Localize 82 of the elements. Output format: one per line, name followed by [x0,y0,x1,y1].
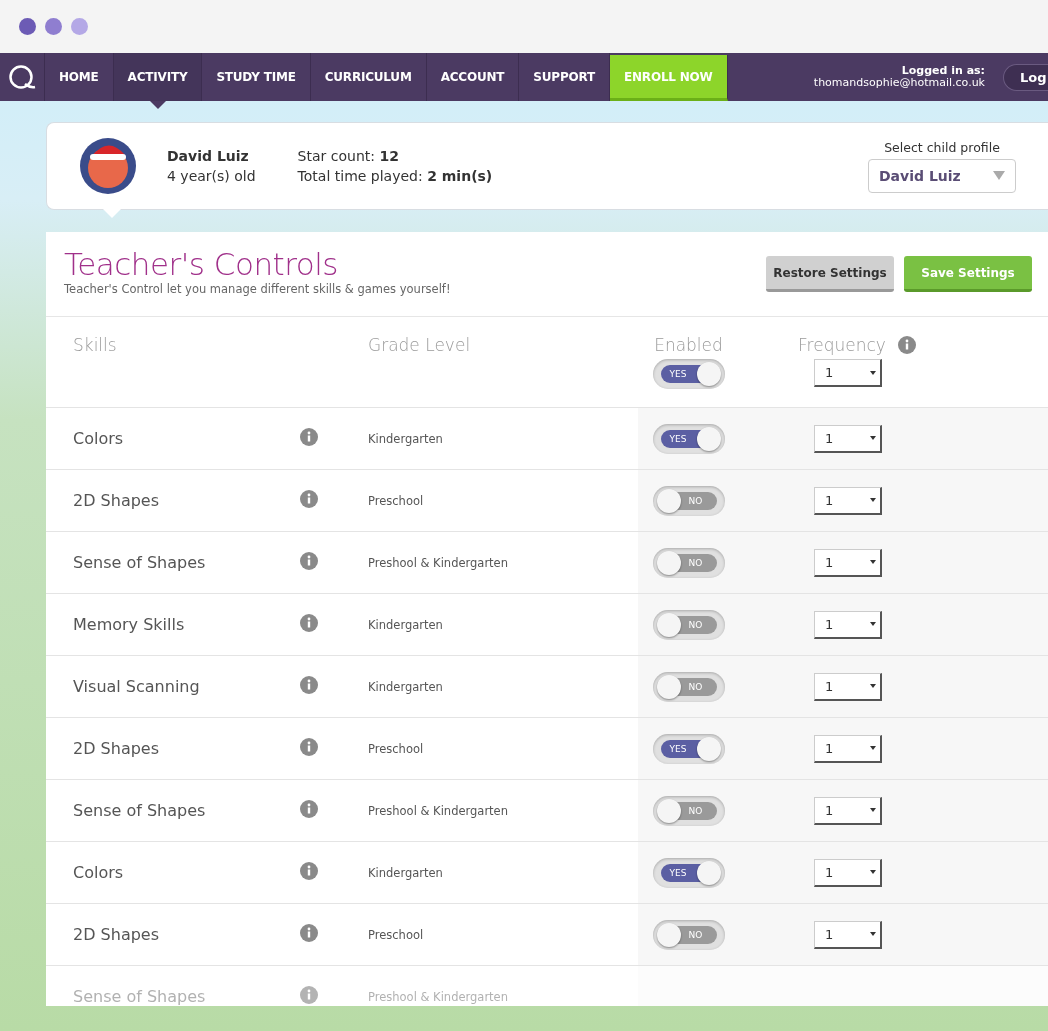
frequency-dropdown[interactable]: 1 [814,359,882,387]
caret-icon [870,746,876,750]
login-info: Logged in as: thomandsophie@hotmail.co.uk [813,65,985,89]
grade-level: Preshool & Kindergarten [368,989,509,1004]
child-profile-select[interactable]: David Luiz [868,158,1016,193]
skill-name: 2D Shapes [72,925,161,944]
grade-level: Kindergarten [368,431,444,446]
restore-button[interactable]: Restore Settings [766,256,894,292]
nav-link[interactable]: ACCOUNT [426,53,520,101]
info-icon[interactable] [300,551,318,570]
nav-link[interactable]: ACTIVITY [113,53,203,101]
grade-level: Preshool & Kindergarten [368,803,509,818]
column-header: Grade Level [368,335,472,355]
frequency-dropdown[interactable]: 1 [814,424,882,453]
info-icon[interactable] [300,737,318,756]
caret-icon [870,932,876,936]
grade-level: Kindergarten [368,865,444,880]
info-icon[interactable] [300,427,318,446]
caret-icon [870,370,876,375]
skill-name: Colors [72,863,125,882]
active-indicator [150,101,166,109]
column-header: Skills [72,335,118,355]
nav-link[interactable]: CURRICULUM [310,53,427,101]
grade-level: Preschool [368,741,425,756]
nav-link[interactable]: STUDY TIME [202,53,311,101]
skill-name: Visual Scanning [72,677,201,696]
toggle-switch[interactable]: YES [652,359,725,389]
caret-icon [870,436,876,440]
grade-level: Kindergarten [368,679,444,694]
caret-icon [870,808,876,812]
nav-link[interactable]: HOME [45,53,114,101]
window-dot[interactable] [19,18,36,35]
skill-name: 2D Shapes [72,491,161,510]
caret-icon [870,870,876,874]
info-icon[interactable] [897,336,916,354]
column-header: Enabled [654,335,723,355]
info-icon[interactable] [300,675,318,694]
frequency-dropdown[interactable]: 1 [814,672,882,701]
grade-level: Preshool & Kindergarten [368,555,509,570]
grade-level: Preschool [368,493,425,508]
grade-level: Preschool [368,927,425,942]
skill-name: Memory Skills [72,615,186,634]
logo-icon[interactable] [8,64,36,90]
skill-name: Sense of Shapes [72,553,207,572]
skill-name: Sense of Shapes [72,987,207,1006]
toggle-switch[interactable]: YES [652,733,725,764]
info-icon[interactable] [300,861,318,880]
page-subtitle: Teacher's Control let you manage different skills & games yourself! [64,282,451,296]
select-label: Select child profile [884,139,1000,155]
frequency-dropdown[interactable]: 1 [814,610,882,639]
skill-name: 2D Shapes [72,739,161,758]
info-icon[interactable] [300,613,318,632]
frequency-dropdown[interactable]: 1 [814,920,882,949]
column-header: Frequency [798,335,886,355]
toggle-switch[interactable]: YES [652,857,725,888]
frequency-dropdown[interactable]: 1 [814,548,882,577]
frequency-dropdown[interactable]: 1 [814,486,882,515]
grade-level: Kindergarten [368,617,444,632]
info-icon[interactable] [300,489,318,508]
info-icon[interactable] [300,799,318,818]
caret-icon [870,560,876,564]
page-title: Teacher's Controls [64,246,339,282]
frequency-dropdown[interactable]: 1 [814,796,882,825]
time-played: Total time played: 2 min(s) [297,167,493,186]
star-count: Star count: 12 [297,147,400,166]
child-name: David Luiz [167,147,250,166]
window-dot[interactable] [45,18,62,35]
frequency-dropdown[interactable]: 1 [814,734,882,763]
toggle-switch[interactable]: YES [652,423,725,454]
window-dot[interactable] [71,18,88,35]
logout-button[interactable]: Log [1003,63,1048,91]
info-icon[interactable] [300,985,318,1004]
info-icon[interactable] [300,923,318,942]
frequency-dropdown[interactable]: 1 [814,858,882,887]
skill-name: Sense of Shapes [72,801,207,820]
caret-icon [870,622,876,626]
caret-icon [993,171,1005,180]
caret-icon [870,684,876,688]
child-age: 4 year(s) old [167,167,256,186]
avatar-icon [79,137,137,195]
caret-icon [870,498,876,502]
skill-name: Colors [72,429,125,448]
